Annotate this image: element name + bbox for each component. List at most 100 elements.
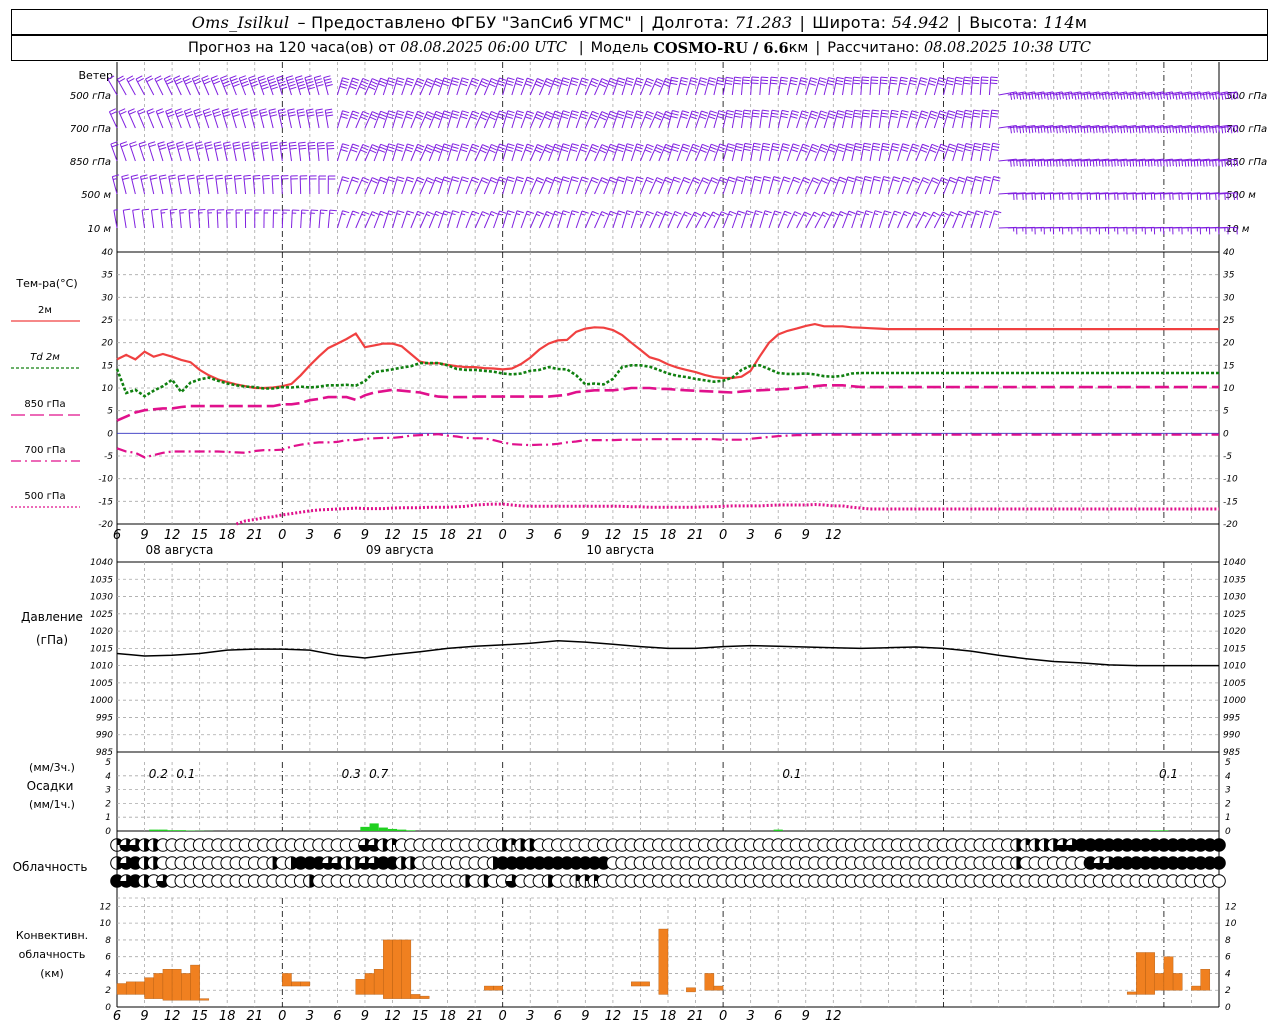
temp-ytick-right: 30: [1223, 293, 1235, 303]
wind-barb-flag: [507, 210, 515, 214]
wind-level-label-left: 700 гПа: [70, 124, 111, 135]
wind-barb-flag: [479, 83, 487, 88]
precip-ytick-right: 5: [1225, 758, 1231, 768]
wind-barb: [805, 110, 819, 129]
wind-barb-flag: [112, 174, 120, 178]
wind-barb: [768, 109, 779, 129]
wind-barb-flag: [187, 174, 195, 177]
wind-barb-flag: [526, 80, 533, 84]
wind-barb-flag: [965, 179, 973, 183]
wind-barb-flag: [178, 177, 186, 180]
wind-barb-flag: [930, 110, 938, 114]
wind-barb-halfflag: [451, 213, 456, 216]
wind-barb-flag: [386, 149, 394, 153]
wind-barb-flag: [188, 208, 197, 211]
wind-barb-flag: [242, 114, 250, 117]
temp-ytick-left: 30: [102, 293, 114, 303]
wind-barb-flag: [194, 80, 202, 85]
wind-barb-flag: [700, 146, 708, 151]
wind-barb: [323, 75, 333, 96]
wind-barb: [215, 174, 224, 195]
wind-barb-flag: [626, 146, 634, 149]
wind-barb-flag: [828, 77, 836, 80]
wind-barb-flag: [855, 179, 863, 182]
precip-bar: [360, 826, 370, 831]
wind-barb-staff: [210, 78, 219, 96]
wind-barb-flag: [911, 146, 919, 150]
wind-barb-flag: [553, 80, 561, 84]
bottom-xtick: 21: [687, 1009, 704, 1024]
wind-barb-flag: [635, 80, 643, 84]
wind-barb-flag: [884, 210, 892, 214]
wind-barb-flag: [655, 179, 663, 184]
conv-ytick-right: 8: [1225, 936, 1231, 946]
wind-barb-flag: [635, 113, 643, 117]
wind-barb: [410, 176, 425, 195]
wind-barb-flag: [129, 110, 136, 115]
wind-barb-halfflag: [803, 214, 808, 217]
wind-barb-halfflag: [812, 214, 817, 218]
wind-barb-flag: [110, 141, 118, 145]
wind-barb-flag: [165, 108, 173, 112]
wind-barb-halfflag: [693, 214, 698, 217]
wind-barb-flag: [562, 110, 570, 114]
wind-barb-flag: [644, 149, 652, 153]
wind-barb-flag: [442, 113, 450, 117]
wind-barb-flag: [976, 210, 984, 214]
wind-barb-flag: [491, 110, 499, 115]
wind-barb: [750, 142, 761, 162]
wind-barb-flag: [964, 112, 972, 116]
wind-barb-flag: [853, 112, 862, 115]
temp-xtick: 6: [554, 528, 562, 543]
wind-barb-flag: [929, 149, 937, 153]
wind-barb-staff: [219, 78, 228, 96]
wind-barb-flag: [753, 178, 761, 182]
wind-barb-flag: [892, 143, 900, 146]
wind-barb-flag: [679, 82, 687, 86]
wind-barb: [229, 75, 240, 96]
wind-barb: [205, 174, 214, 195]
conv-bar: [116, 983, 127, 995]
wind-barb-flag: [972, 76, 980, 79]
wind-barb: [149, 174, 158, 195]
conv-subtitle: облачность: [19, 948, 86, 961]
temp-xtick: 9: [802, 528, 810, 543]
precip-bar: [176, 830, 186, 831]
wind-barb-flag: [671, 149, 679, 153]
conv-bar: [364, 973, 375, 995]
wind-barb-flag: [791, 146, 799, 150]
wind-barb-flag: [570, 115, 578, 119]
temp-ytick-right: 15: [1223, 361, 1235, 371]
wind-barb: [851, 76, 861, 96]
precip-bar: [1150, 830, 1160, 831]
wind-barb-flag: [811, 110, 819, 114]
wind-barb-flag: [645, 113, 653, 118]
cloud-circle-fill: [1212, 838, 1226, 852]
wind-barb-flag: [370, 146, 378, 151]
wind-barb-flag: [707, 82, 715, 86]
wind-barb-flag: [939, 110, 947, 114]
wind-barb-flag: [323, 75, 331, 79]
wind-barb: [185, 141, 195, 162]
wind-barb-flag: [801, 110, 809, 114]
wind-barb-flag: [920, 113, 928, 117]
wind-barb-flag: [983, 178, 991, 182]
wind-barb: [132, 208, 140, 229]
wind-barb-flag: [670, 115, 678, 119]
bottom-xtick: 0: [499, 1009, 507, 1024]
wind-barb: [538, 144, 554, 162]
wind-barb-halfflag: [940, 214, 945, 217]
wind-barb-flag: [159, 147, 167, 150]
precip-ytick-left: 1: [105, 813, 111, 823]
wind-barb-flag: [845, 148, 853, 152]
wind-barb-flag: [351, 113, 359, 117]
wind-barb-flag: [811, 179, 819, 184]
conv-bar: [658, 928, 669, 995]
wind-barb-flag: [497, 149, 505, 153]
wind-barb-staff: [759, 77, 762, 96]
wind-barb: [165, 108, 175, 129]
wind-barb-flag: [571, 80, 579, 84]
wind-barb: [814, 110, 828, 129]
wind-barb-flag: [607, 83, 615, 87]
wind-barb: [158, 174, 167, 195]
